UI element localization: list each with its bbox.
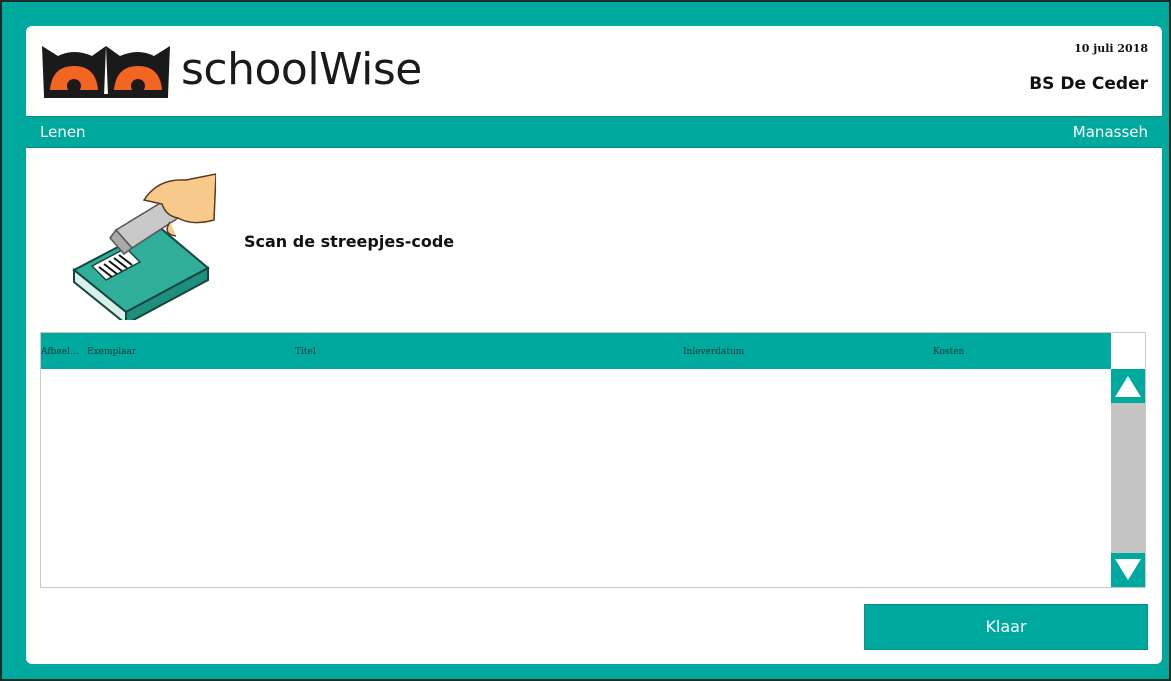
school-name: BS De Ceder [1029, 74, 1148, 94]
section-title: Lenen [40, 123, 86, 141]
table-header: Afbeel... Exemplaar Titel Inleverdatum K… [41, 333, 1112, 369]
barcode-scanner-book-icon [72, 173, 216, 320]
column-header-titel[interactable]: Titel [295, 347, 316, 357]
nav-bar: Lenen Manasseh [26, 116, 1162, 148]
brand-name: schoolWise [181, 44, 422, 95]
scroll-up-button[interactable] [1111, 369, 1145, 403]
done-button[interactable]: Klaar [864, 604, 1148, 650]
loan-table[interactable]: Afbeel... Exemplaar Titel Inleverdatum K… [40, 332, 1146, 588]
scan-instruction: Scan de streepjes-code [244, 232, 455, 251]
triangle-up-icon [1115, 376, 1141, 397]
scroll-down-button[interactable] [1111, 553, 1145, 587]
triangle-down-icon [1115, 559, 1141, 580]
table-scrollbar[interactable] [1111, 369, 1145, 587]
column-header-kosten[interactable]: Kosten [933, 347, 964, 357]
main-panel: schoolWise 10 juli 2018 BS De Ceder Lene… [26, 26, 1162, 664]
header: schoolWise 10 juli 2018 BS De Ceder [26, 26, 1162, 116]
owl-logo-icon [42, 46, 170, 98]
column-header-inleverdatum[interactable]: Inleverdatum [683, 347, 744, 357]
user-name: Manasseh [1072, 123, 1148, 141]
app-frame: schoolWise 10 juli 2018 BS De Ceder Lene… [0, 0, 1171, 681]
column-header-exemplaar[interactable]: Exemplaar [87, 347, 136, 357]
scrollbar-corner [1111, 333, 1145, 369]
current-date: 10 juli 2018 [1074, 42, 1148, 55]
column-header-afbeelding[interactable]: Afbeel... [41, 347, 79, 357]
